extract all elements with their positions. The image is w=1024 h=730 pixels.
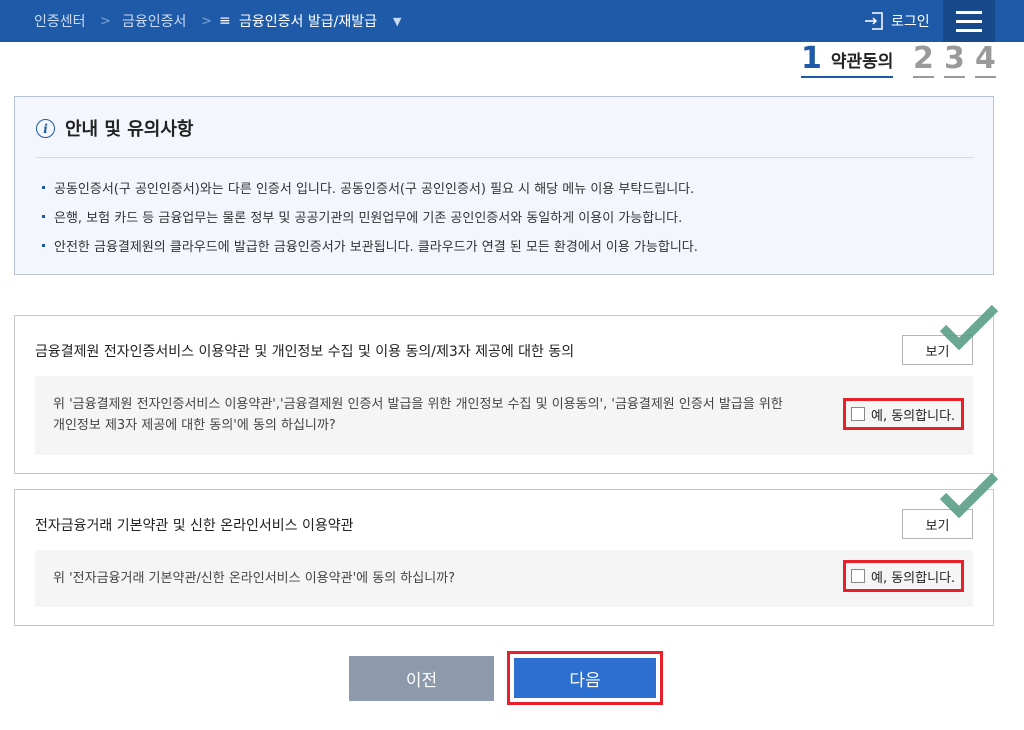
next-button-highlight: 다음 [507,651,663,705]
check-mark-icon [939,472,999,518]
check-mark-icon [939,304,999,350]
login-button[interactable]: 로그인 [864,0,930,42]
notice-item: 공동인증서(구 공인인증서)와는 다른 인증서 입니다. 공동인증서(구 공인인… [41,178,694,197]
agreement-section: 금융결제원 전자인증서비스 이용약관 및 개인정보 수집 및 이용 동의/제3자… [14,304,999,474]
checkbox[interactable] [851,569,865,583]
agreement-section: 전자금융거래 기본약관 및 신한 온라인서비스 이용약관 보기 위 '전자금융거… [14,472,999,626]
breadcrumb-separator: > [201,13,212,29]
step-label: 약관동의 [830,52,894,72]
notice-title: 안내 및 유의사항 [65,119,194,140]
list-menu-icon: ≡ [219,13,231,29]
consent-checkbox[interactable]: 예, 동의합니다. [843,560,964,592]
step-1-current: 1 약관동의 [801,41,894,78]
step-number: 1 [801,41,822,76]
step-4: 4 [975,41,996,78]
agreement-title: 금융결제원 전자인증서비스 이용약관 및 개인정보 수집 및 이용 동의/제3자… [35,344,575,360]
agreement-question: 위 '전자금융거래 기본약관/신한 온라인서비스 이용약관'에 동의 하십니까? [53,571,456,586]
divider [36,157,974,158]
info-icon: i [36,119,55,138]
breadcrumb-home[interactable]: 인증센터 [34,0,86,42]
breadcrumb-current[interactable]: 금융인증서 발급/재발급 [239,0,377,42]
step-2: 2 [913,41,934,78]
top-navigation-bar: 인증센터 > 금융인증서 > ≡ 금융인증서 발급/재발급 ▼ 로그인 [0,0,1024,42]
step-3: 3 [944,41,965,78]
agreement-question-panel: 위 '금융결제원 전자인증서비스 이용약관','금융결제원 인증서 발급을 위한… [35,376,973,455]
notice-item: 은행, 보험 카드 등 금융업무는 물론 정부 및 공공기관의 민원업무에 기존… [41,207,682,226]
login-label: 로그인 [891,14,930,30]
consent-label: 예, 동의합니다. [871,408,956,424]
agreement-question: 위 '금융결제원 전자인증서비스 이용약관','금융결제원 인증서 발급을 위한… [53,397,783,433]
prev-button[interactable]: 이전 [349,656,494,701]
breadcrumb-certificate[interactable]: 금융인증서 [122,0,186,42]
agreement-title: 전자금융거래 기본약관 및 신한 온라인서비스 이용약관 [35,518,354,534]
agreement-question-panel: 위 '전자금융거래 기본약관/신한 온라인서비스 이용약관'에 동의 하십니까?… [35,550,973,607]
hamburger-menu-icon[interactable] [943,0,995,42]
next-button[interactable]: 다음 [514,658,656,698]
checkbox[interactable] [851,407,865,421]
notice-item: 안전한 금융결제원의 클라우드에 발급한 금융인증서가 보관됩니다. 클라우드가… [42,236,698,255]
caret-down-icon[interactable]: ▼ [393,0,401,42]
notice-box: i 안내 및 유의사항 공동인증서(구 공인인증서)와는 다른 인증서 입니다.… [14,96,994,275]
breadcrumb-separator: > [100,13,111,29]
consent-checkbox[interactable]: 예, 동의합니다. [843,398,964,430]
consent-label: 예, 동의합니다. [871,570,956,586]
login-icon [865,12,883,30]
